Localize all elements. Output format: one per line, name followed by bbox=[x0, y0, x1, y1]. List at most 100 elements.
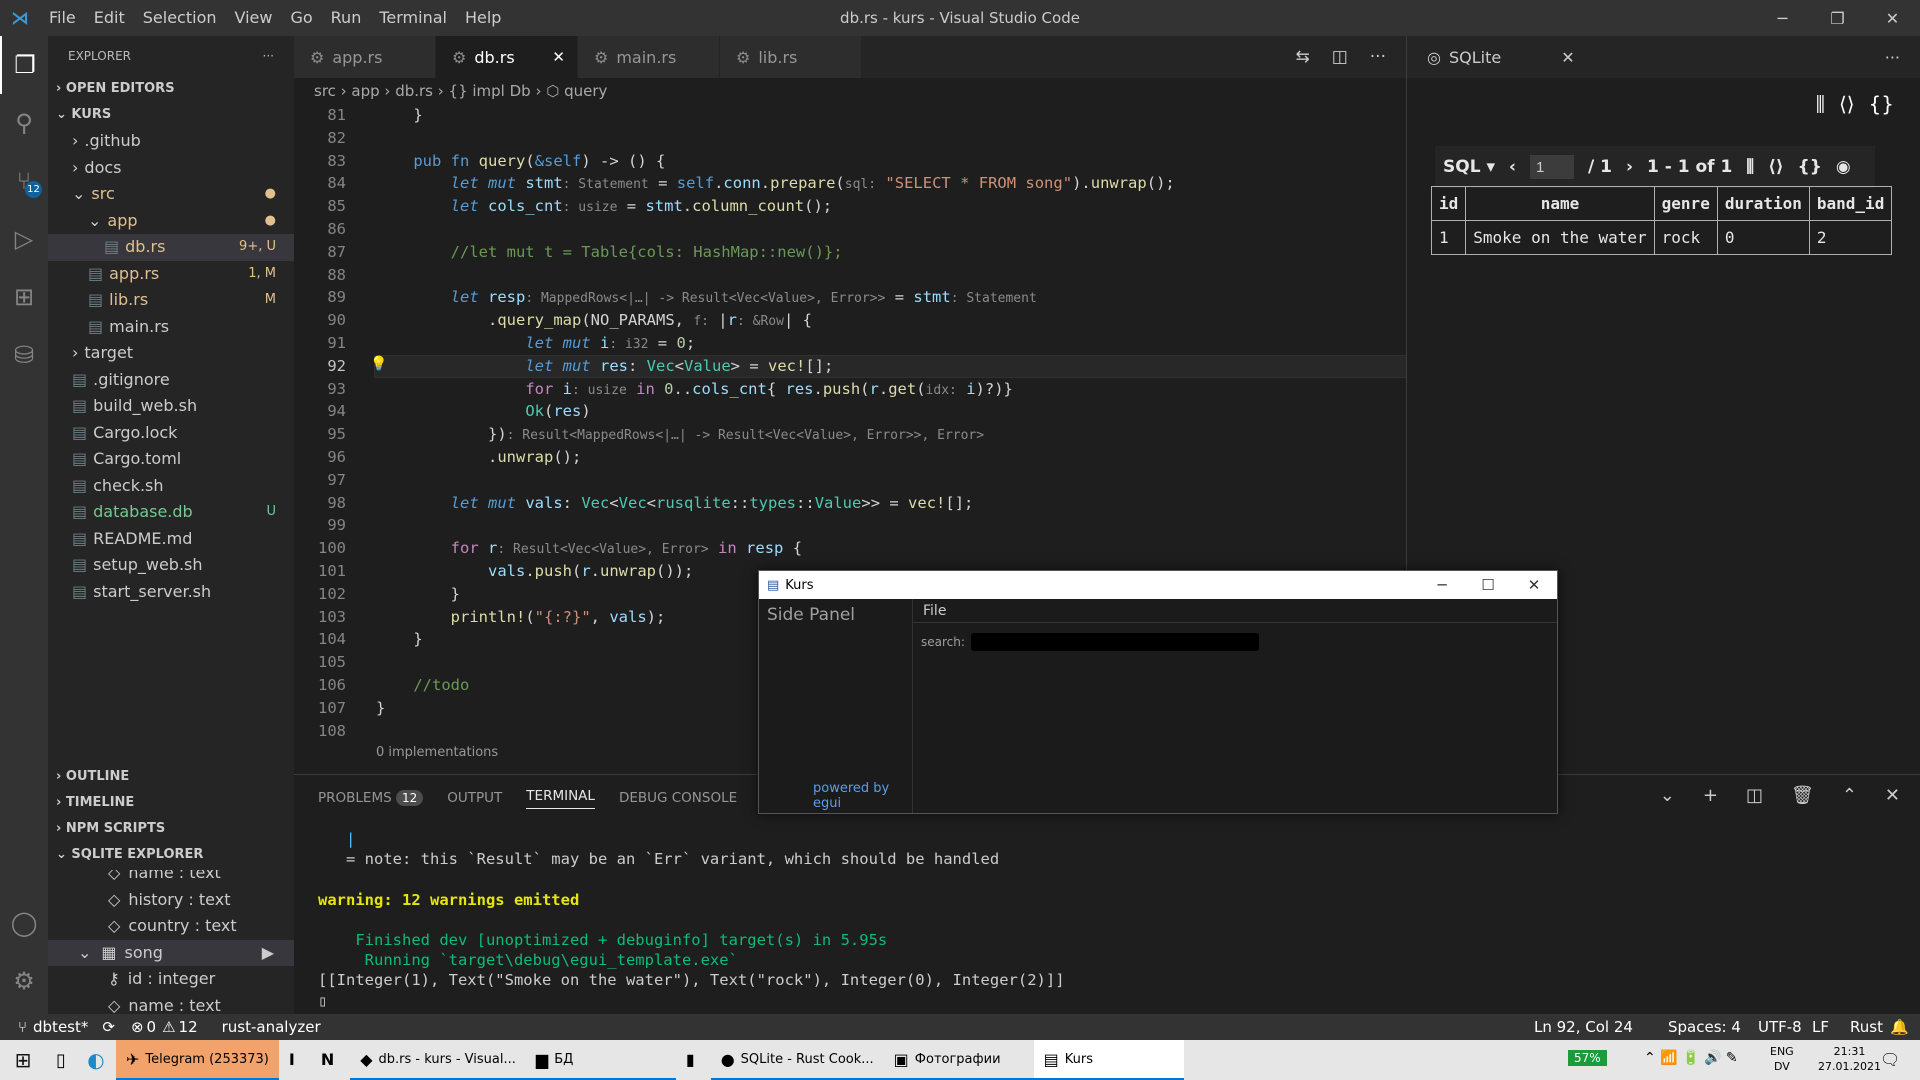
table-row[interactable]: 1 Smoke on the water rock 0 2 bbox=[1430, 220, 1893, 255]
tree-item[interactable]: ▤ build_web.sh bbox=[48, 393, 294, 420]
taskbar-item[interactable]: ▣ Фотографии bbox=[883, 1040, 1034, 1080]
codelens[interactable]: 0 implementations bbox=[376, 742, 498, 765]
sync-icon[interactable]: ⟳ bbox=[102, 1018, 115, 1036]
taskbar-item[interactable]: ✈ Telegram (253373) bbox=[116, 1040, 279, 1080]
taskbar-item[interactable]: ▮ bbox=[676, 1040, 711, 1080]
section-sqlite-explorer[interactable]: ⌄ SQLITE EXPLORER bbox=[48, 842, 294, 868]
code-icon[interactable]: ⟨⟩ bbox=[1768, 157, 1784, 177]
compare-icon[interactable]: ⇆ bbox=[1295, 47, 1309, 67]
tree-item[interactable]: ▤ lib.rs M bbox=[48, 287, 294, 314]
taskbar-item[interactable]: I bbox=[279, 1040, 311, 1080]
minimize-icon[interactable]: ─ bbox=[1755, 0, 1810, 36]
tree-item[interactable]: ▤ app.rs 1, M bbox=[48, 261, 294, 288]
export-icon[interactable]: ⫼ bbox=[1746, 157, 1754, 177]
extensions-icon[interactable]: ⊞ bbox=[0, 268, 48, 326]
tree-item[interactable]: ▤ database.db U bbox=[48, 499, 294, 526]
next-page-icon[interactable]: › bbox=[1626, 157, 1633, 177]
tab-app-rs[interactable]: ⚙ app.rs bbox=[294, 36, 436, 78]
more-icon[interactable]: ··· bbox=[1885, 48, 1900, 67]
section-open-editors[interactable]: › OPEN EDITORS bbox=[48, 76, 294, 102]
branch-name[interactable]: dbtest* bbox=[33, 1018, 88, 1036]
sqlite-tree-item[interactable]: ◇ country : text bbox=[48, 913, 294, 940]
more-icon[interactable]: ··· bbox=[1370, 47, 1386, 67]
panel-tab-output[interactable]: OUTPUT bbox=[447, 790, 502, 806]
menu-file[interactable]: File bbox=[40, 0, 85, 36]
panel-tab-debug-console[interactable]: DEBUG CONSOLE bbox=[619, 790, 737, 806]
tab-lib-rs[interactable]: ⚙ lib.rs bbox=[720, 36, 862, 78]
split-terminal-icon[interactable]: ◫ bbox=[1746, 785, 1763, 806]
language-mode[interactable]: Rust bbox=[1850, 1018, 1883, 1036]
tree-item[interactable]: ▤ Cargo.toml bbox=[48, 446, 294, 473]
taskbar-item[interactable]: ▆ БД bbox=[525, 1040, 676, 1080]
source-control-icon[interactable]: ⑂ 12 bbox=[0, 152, 48, 210]
restore-icon[interactable]: ❐ bbox=[1810, 0, 1865, 36]
maximize-panel-icon[interactable]: ⌃ bbox=[1842, 785, 1857, 806]
cursor-position[interactable]: Ln 92, Col 24 bbox=[1534, 1018, 1633, 1036]
minimize-icon[interactable]: ─ bbox=[1419, 571, 1465, 599]
explorer-icon[interactable]: ❐ bbox=[0, 36, 48, 94]
action-center-icon[interactable]: 🗨 bbox=[1880, 1050, 1900, 1069]
close-icon[interactable]: ✕ bbox=[1865, 0, 1920, 36]
sqlite-tab-title[interactable]: SQLite bbox=[1449, 48, 1501, 67]
sqlite-tree-item[interactable]: ⌄ ▦ song ▶ bbox=[48, 939, 294, 967]
sqlite-explorer-icon[interactable]: ⛁ bbox=[0, 326, 48, 384]
sqlite-tree-item[interactable]: ◇ name : text bbox=[48, 993, 294, 1015]
prev-page-icon[interactable]: ‹ bbox=[1509, 157, 1516, 177]
json-icon[interactable]: {} bbox=[1798, 157, 1822, 177]
export-icon[interactable]: ⫼ bbox=[1816, 92, 1825, 116]
powered-by-link[interactable]: powered by egui bbox=[813, 781, 912, 811]
menu-selection[interactable]: Selection bbox=[134, 0, 226, 36]
column-header[interactable]: name bbox=[1465, 186, 1655, 221]
panel-tab-terminal[interactable]: TERMINAL bbox=[526, 788, 595, 809]
eye-icon[interactable]: ◉ bbox=[1836, 157, 1851, 177]
tab-db-rs[interactable]: ⚙ db.rs ✕ bbox=[436, 36, 578, 78]
chevron-down-icon[interactable]: ⌄ bbox=[1660, 785, 1675, 806]
edge-icon[interactable]: ◐ bbox=[76, 1048, 116, 1072]
menu-go[interactable]: Go bbox=[281, 0, 321, 36]
column-header[interactable]: band_id bbox=[1808, 186, 1893, 221]
tree-item[interactable]: ⌄ src ● bbox=[48, 181, 294, 208]
menu-help[interactable]: Help bbox=[456, 0, 510, 36]
tree-item[interactable]: ⌄ app ● bbox=[48, 208, 294, 235]
menu-view[interactable]: View bbox=[226, 0, 282, 36]
play-icon[interactable]: ▶ bbox=[262, 940, 274, 967]
lsp-status[interactable]: rust-analyzer bbox=[222, 1018, 321, 1036]
close-icon[interactable]: ✕ bbox=[1561, 48, 1574, 67]
eol[interactable]: LF bbox=[1812, 1018, 1829, 1036]
tray-icons[interactable]: ⌃ 📶 🔋 🔊 ✎ bbox=[1644, 1050, 1738, 1066]
clock[interactable]: 21:31 27.01.2021 bbox=[1818, 1044, 1881, 1074]
start-windows-icon[interactable]: ⊞ bbox=[0, 1048, 46, 1072]
warning-count[interactable]: 12 bbox=[179, 1018, 198, 1036]
taskbar-item[interactable]: ◆ db.rs - kurs - Visual... bbox=[350, 1040, 526, 1080]
tree-item[interactable]: › docs bbox=[48, 155, 294, 182]
search-icon[interactable]: ⚲ bbox=[0, 94, 48, 152]
run-debug-icon[interactable]: ▷ bbox=[0, 210, 48, 268]
close-tab-icon[interactable]: ✕ bbox=[552, 48, 565, 66]
tree-item[interactable]: ▤ Cargo.lock bbox=[48, 420, 294, 447]
notifications-icon[interactable]: 🔔 bbox=[1890, 1018, 1909, 1036]
sqlite-tree-item[interactable]: ◇ name : text bbox=[48, 870, 294, 887]
tree-item[interactable]: › .github bbox=[48, 128, 294, 155]
taskbar-item[interactable]: ▤ Kurs bbox=[1033, 1040, 1184, 1080]
more-actions-icon[interactable]: ··· bbox=[263, 36, 274, 76]
page-input[interactable] bbox=[1530, 155, 1574, 179]
split-editor-icon[interactable]: ◫ bbox=[1332, 47, 1348, 67]
menu-run[interactable]: Run bbox=[322, 0, 371, 36]
maximize-icon[interactable]: ☐ bbox=[1465, 571, 1511, 599]
battery-percent[interactable]: 57% bbox=[1568, 1050, 1607, 1066]
new-terminal-icon[interactable]: + bbox=[1703, 785, 1718, 806]
taskbar-item[interactable]: ● SQLite - Rust Cook... bbox=[710, 1040, 884, 1080]
sqlite-tree-item[interactable]: ⚷ id : integer bbox=[48, 966, 294, 993]
json-icon[interactable]: {} bbox=[1869, 92, 1894, 116]
close-panel-icon[interactable]: ✕ bbox=[1885, 785, 1900, 806]
taskbar-item[interactable]: N bbox=[311, 1040, 350, 1080]
mode-select[interactable]: SQL ▾ bbox=[1443, 157, 1495, 177]
section-npm-scripts[interactable]: › NPM SCRIPTS bbox=[48, 816, 294, 842]
account-icon[interactable]: ◯ bbox=[0, 894, 48, 952]
task-view-icon[interactable]: ▯ bbox=[46, 1050, 76, 1071]
code-icon[interactable]: ⟨⟩ bbox=[1839, 92, 1855, 116]
tab-main-rs[interactable]: ⚙ main.rs bbox=[578, 36, 720, 78]
tree-item[interactable]: ▤ main.rs bbox=[48, 314, 294, 341]
sqlite-tree-item[interactable]: ◇ history : text bbox=[48, 887, 294, 914]
input-language[interactable]: ENG DV bbox=[1770, 1044, 1794, 1074]
